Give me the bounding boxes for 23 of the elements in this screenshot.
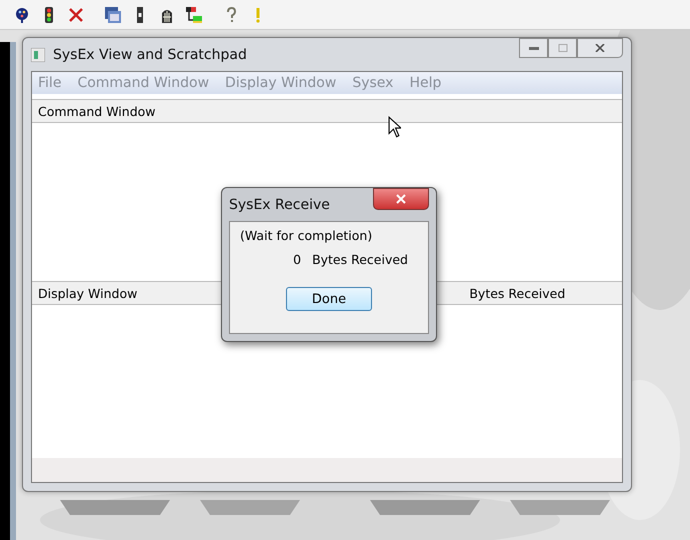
pane-title: Command Window xyxy=(38,104,156,118)
close-button[interactable] xyxy=(577,38,623,58)
dialog-title: SysEx Receive xyxy=(229,196,330,212)
minimize-button[interactable] xyxy=(519,38,548,58)
close-icon xyxy=(395,194,407,204)
pane-title: Display Window xyxy=(38,286,138,300)
cross-icon[interactable] xyxy=(68,6,84,22)
maximize-icon xyxy=(556,44,568,52)
close-icon xyxy=(594,44,606,52)
windows-icon[interactable] xyxy=(105,6,121,22)
status-text: (Wait for completion) xyxy=(240,228,374,243)
count-label: Bytes Received xyxy=(312,252,408,267)
tree-diagram-icon[interactable] xyxy=(186,6,202,22)
window-title: SysEx View and Scratchpad xyxy=(53,46,247,62)
done-button[interactable]: Done xyxy=(286,287,372,311)
pane-status: Bytes Received xyxy=(469,286,566,300)
palette-icon[interactable] xyxy=(14,6,30,22)
app-icon xyxy=(31,48,45,62)
close-button[interactable] xyxy=(373,188,429,210)
pointer-icon xyxy=(388,116,401,138)
byte-count: 0 xyxy=(293,252,302,267)
minimize-icon xyxy=(528,44,540,52)
maximize-button[interactable] xyxy=(548,38,577,58)
